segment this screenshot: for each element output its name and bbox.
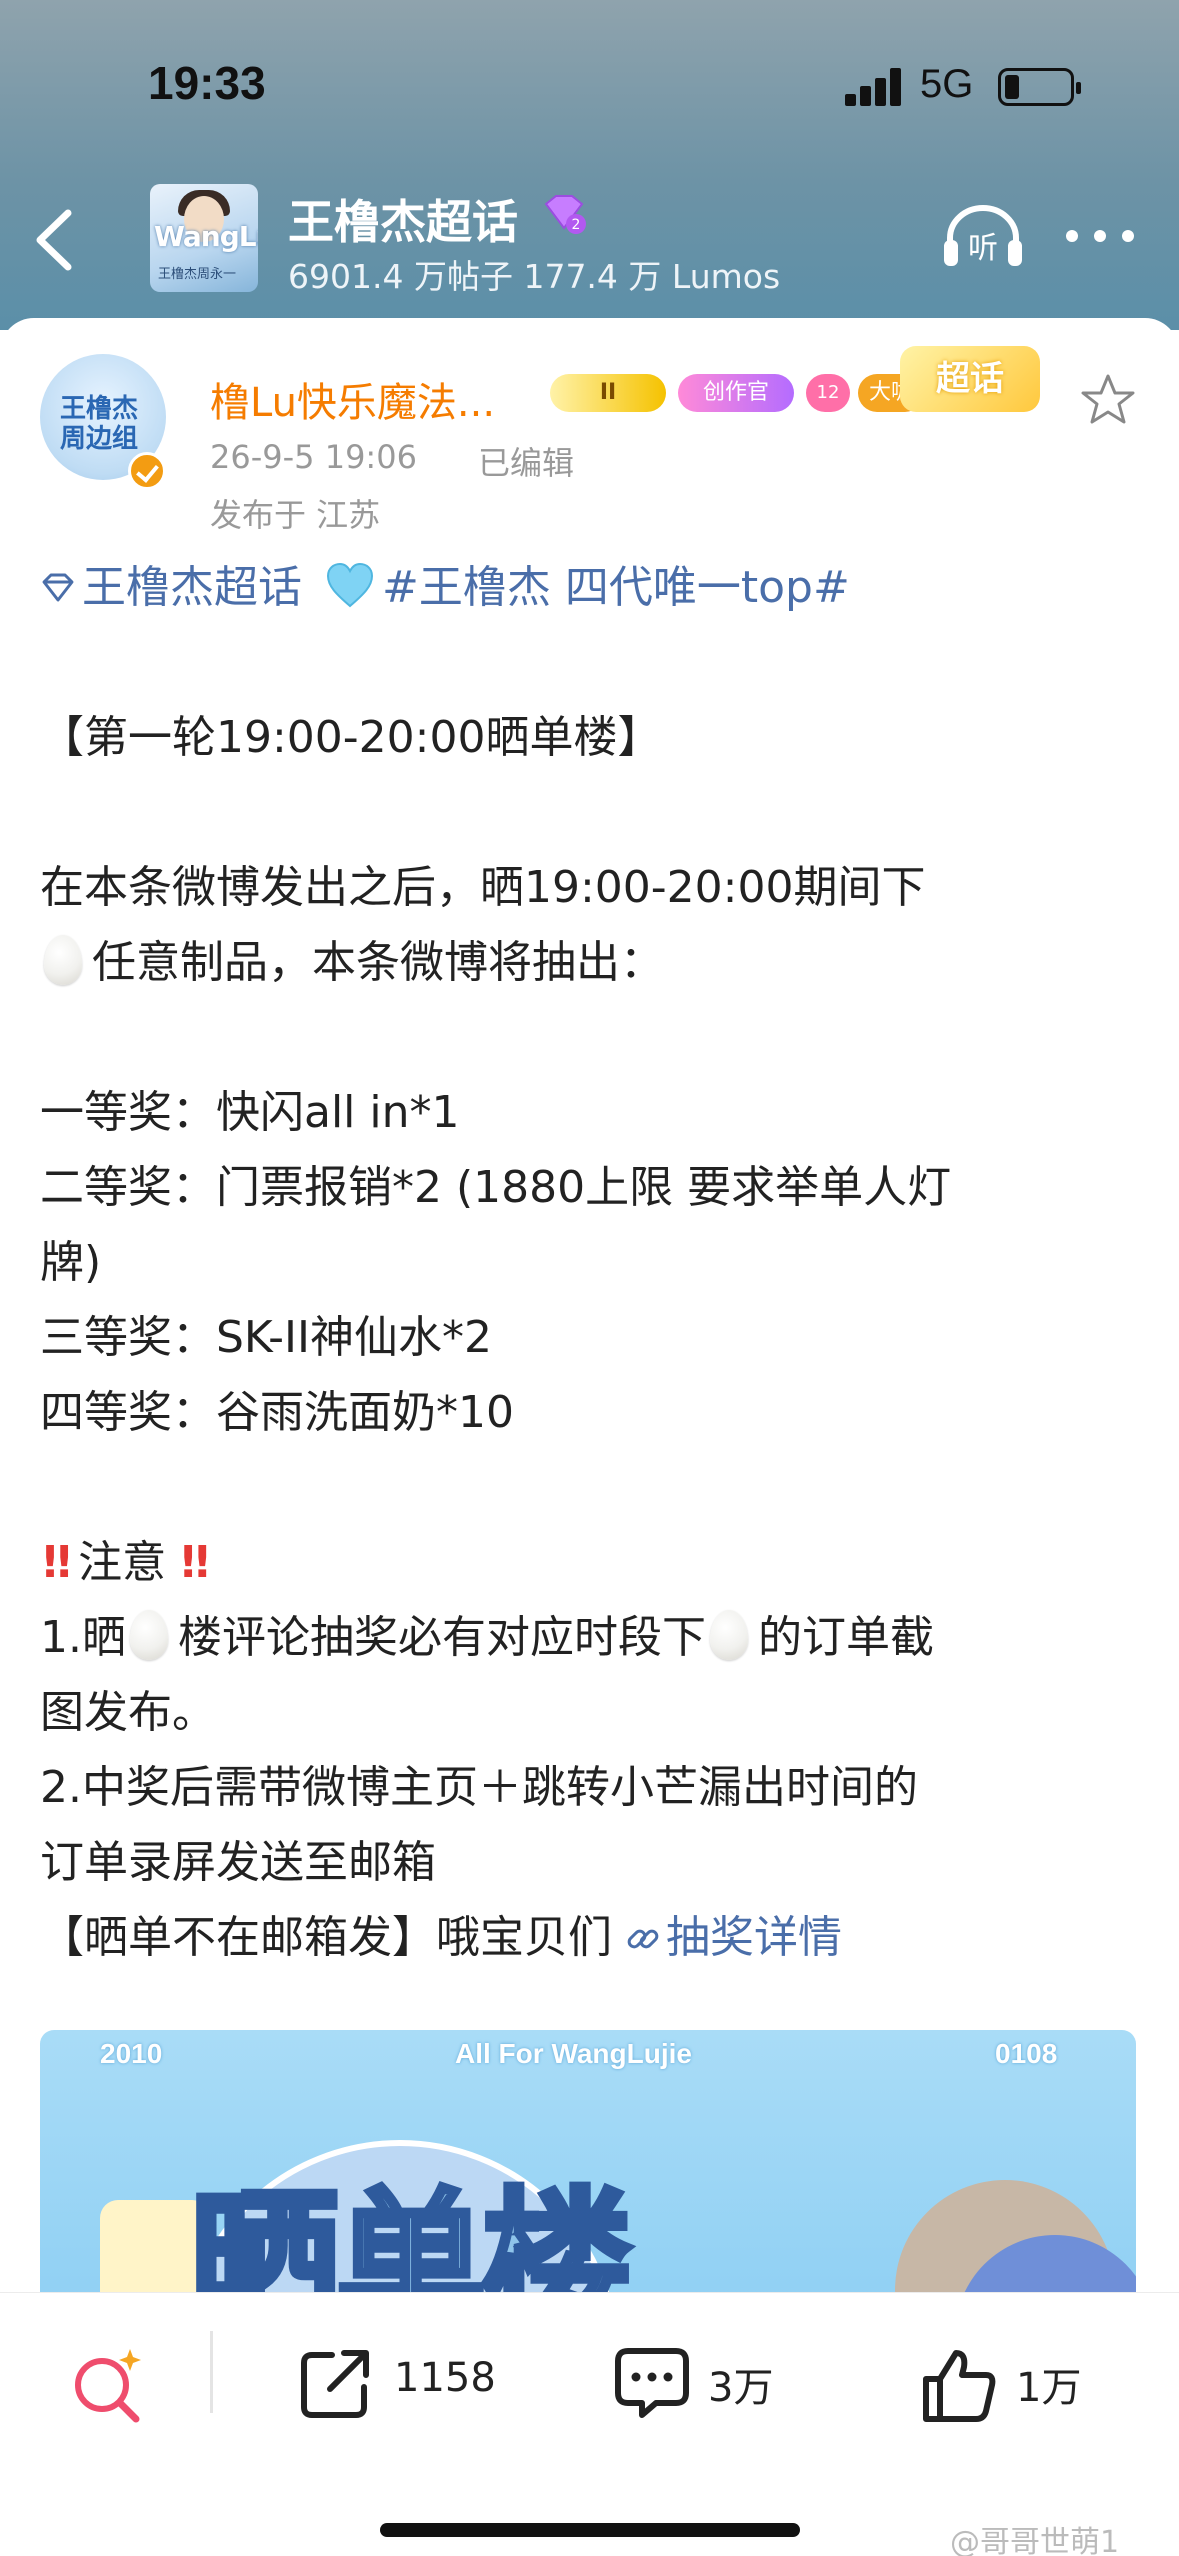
diamond-level-icon: 2 [544, 195, 586, 234]
topic-stats: 6901.4 万帖子 177.4 万 Lumos [288, 257, 781, 296]
footer-text: 【晒单不在邮箱发】哦宝贝们 [40, 1912, 612, 1963]
notice-2-cont: 订单录屏发送至邮箱 [40, 1837, 436, 1888]
notice-1a: 1.晒 [40, 1612, 126, 1663]
thumbs-up-icon [923, 2350, 996, 2422]
notice-title-line: !! 注意!! [40, 1525, 1150, 1600]
prize-2-cont: 牌) [40, 1237, 102, 1288]
image-date: 0108 [995, 2038, 1058, 2069]
creator-badge[interactable]: 创作官 [678, 374, 794, 412]
prize-2: 二等奖：门票报销*2 (1880上限 要求举单人灯 [40, 1162, 952, 1213]
topic-title[interactable]: 王橹杰超话 [288, 186, 518, 252]
share-button[interactable]: 1158 [298, 2337, 518, 2427]
image-center-text: All For WangLujie [455, 2038, 692, 2069]
cover-caption: 王橹杰周永一 [158, 267, 237, 282]
round-title: 【第一轮19:00-20:00晒单楼】 [40, 712, 662, 763]
toolbar-divider [210, 2331, 213, 2413]
level-badge[interactable]: 12 [806, 374, 850, 412]
egg-icon [709, 1610, 748, 1660]
notice-1c: 的订单截 [757, 1612, 934, 1663]
crown-badge[interactable]: II [550, 374, 666, 412]
back-arrow-icon[interactable] [28, 205, 88, 275]
signal-icon [845, 68, 905, 106]
topic-nav-bar: WangLujie 王橹杰周永一 王橹杰超话 2 6901.4 万帖子 177.… [0, 180, 1179, 300]
post-image[interactable]: 2010 All For WangLujie 0108 晒单楼 [40, 2030, 1136, 2328]
topic-tag-link[interactable]: 王橹杰超话 [82, 562, 302, 613]
hashtag-link[interactable]: #王橹杰 四代唯一top# [382, 562, 850, 613]
share-icon [301, 2350, 369, 2418]
notice-1b: 楼评论抽奖必有对应时段下 [177, 1612, 706, 1663]
post-date: 26-9-5 19:06 [210, 438, 417, 476]
blue-heart-icon [326, 562, 374, 608]
topic-header: 19:33 5G WangLujie 王橹杰周永一 王橹杰超话 2 6901.4… [0, 0, 1179, 330]
footer-line: 【晒单不在邮箱发】哦宝贝们 抽奖详情 [40, 1900, 1150, 1975]
like-count: 1万 [1016, 2365, 1082, 2411]
topic-cover-image[interactable]: WangLujie 王橹杰周永一 [150, 184, 258, 292]
avatar-text: 王橹杰 周边组 [60, 394, 139, 454]
link-chain-icon [627, 1929, 659, 1949]
post-location: 发布于 江苏 [210, 496, 381, 534]
intro-line-1: 在本条微博发出之后，晒19:00-20:00期间下 [40, 862, 926, 913]
cover-title: WangLujie [154, 220, 258, 253]
bottom-toolbar: 1158 3万 1万 @哥哥世萌1 [0, 2292, 1179, 2556]
watermark: @哥哥世萌1 [950, 2525, 1120, 2556]
topic-badge-level: 2 [572, 217, 581, 233]
favorite-star-icon[interactable] [1080, 372, 1136, 428]
battery-icon [998, 68, 1081, 106]
prize-4: 四等奖：谷雨洗面奶*10 [40, 1387, 514, 1438]
intro-line-2: 任意制品，本条微博将抽出： [40, 925, 1150, 1000]
post-content: 王橹杰超话 #王橹杰 四代唯一top# 【第一轮19:00-20:00晒单楼】 … [40, 550, 1150, 1975]
status-bar: 19:33 5G [0, 0, 1179, 170]
listen-label: 听 [968, 231, 998, 266]
listen-headphone-icon[interactable]: 听 [940, 202, 1026, 272]
notice-2: 2.中奖后需带微博主页＋跳转小芒漏出时间的 [40, 1762, 918, 1813]
intro-line-2-text: 任意制品，本条微博将抽出： [92, 937, 664, 988]
egg-icon [44, 935, 82, 985]
share-count: 1158 [394, 2355, 496, 2401]
notice-1: 1.晒 楼评论抽奖必有对应时段下 的订单截 [40, 1600, 1150, 1675]
prize-1: 一等奖：快闪all in*1 [40, 1087, 460, 1138]
more-options-icon[interactable] [1066, 224, 1138, 248]
post-card: 王橹杰 周边组 橹Lu快乐魔法... II 创作官 12 大咖 超话 26-9-… [0, 318, 1179, 2328]
notice-1-cont: 图发布。 [40, 1687, 216, 1738]
post-username[interactable]: 橹Lu快乐魔法... [210, 370, 495, 428]
double-exclamation-icon: !! [40, 1537, 74, 1588]
notice-title: 注意 [78, 1537, 167, 1588]
home-indicator [380, 2523, 800, 2537]
comment-button[interactable]: 3万 [612, 2337, 812, 2427]
tag-line: 王橹杰超话 #王橹杰 四代唯一top# [40, 550, 1150, 625]
search-sparkle-icon[interactable] [66, 2345, 148, 2427]
post-edited-label[interactable]: 已编辑 [478, 438, 574, 484]
status-time: 19:33 [148, 57, 266, 109]
egg-icon [129, 1610, 168, 1660]
image-year: 2010 [100, 2038, 163, 2069]
lottery-details-link[interactable]: 抽奖详情 [666, 1912, 842, 1963]
comment-count: 3万 [708, 2365, 774, 2411]
topic-diamond-icon [42, 573, 74, 602]
verified-badge-icon [128, 452, 166, 490]
like-button[interactable]: 1万 [920, 2337, 1120, 2427]
prize-3: 三等奖：SK-II神仙水*2 [40, 1312, 492, 1363]
comment-icon [615, 2348, 689, 2418]
double-exclamation-icon: !! [178, 1537, 212, 1588]
chaohua-badge[interactable]: 超话 [900, 346, 1040, 412]
network-type: 5G [920, 62, 974, 106]
